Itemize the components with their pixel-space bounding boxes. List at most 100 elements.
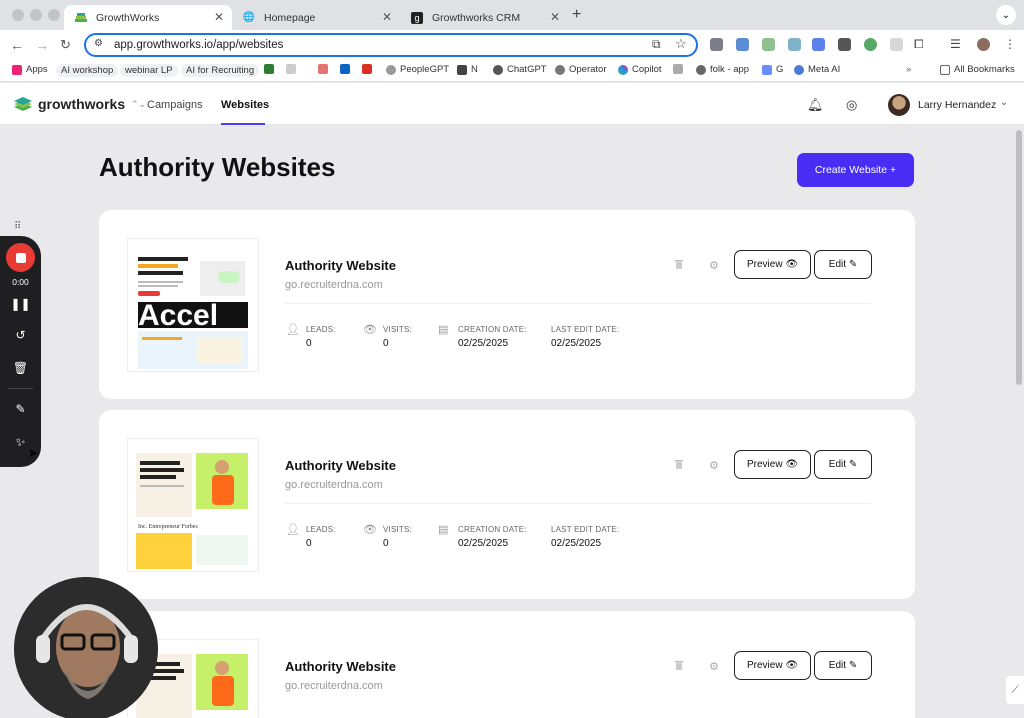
- maximize-window-icon[interactable]: [48, 9, 60, 21]
- tab-growthworks[interactable]: GrowthWorks ✕: [64, 5, 232, 30]
- globe-icon: 🌐: [242, 12, 256, 23]
- stop-icon: [15, 252, 26, 263]
- create-website-button[interactable]: Create Website +: [797, 153, 914, 187]
- user-name[interactable]: Larry Hernandez: [918, 99, 996, 111]
- reload-icon[interactable]: ↻: [60, 37, 71, 53]
- minimize-window-icon[interactable]: [30, 9, 42, 21]
- user-menu-chevron-icon[interactable]: ⌄: [1000, 97, 1008, 108]
- bookmark-ai-workshop[interactable]: AI workshop: [56, 64, 119, 77]
- preview-button[interactable]: Preview 👁︎: [734, 450, 811, 479]
- bookmark-meta-ai[interactable]: Meta AI: [794, 64, 840, 75]
- sheet-icon: [264, 64, 274, 74]
- bookmark-chatgpt[interactable]: ChatGPT: [493, 64, 547, 75]
- workspace-switch-chevron-icon[interactable]: ⌃⌄: [131, 99, 146, 110]
- trash-icon[interactable]: [673, 258, 685, 270]
- bookmark-gemini[interactable]: G: [762, 64, 783, 75]
- gear-icon[interactable]: ⚙: [709, 459, 719, 472]
- address-url[interactable]: app.growthworks.io/app/websites: [114, 39, 283, 51]
- bookmark-folk[interactable]: folk - app: [696, 64, 749, 75]
- trash-icon[interactable]: [673, 458, 685, 470]
- extension-icon[interactable]: [890, 38, 903, 51]
- page-title: Authority Websites: [99, 152, 336, 182]
- extension-icon[interactable]: [864, 38, 877, 51]
- trash-icon[interactable]: [673, 659, 685, 671]
- extension-icon[interactable]: [762, 38, 775, 51]
- bookmark-star-icon[interactable]: ☆: [675, 36, 687, 52]
- nav-websites[interactable]: Websites: [221, 99, 269, 111]
- bookmark-grid[interactable]: [286, 64, 300, 74]
- brand-name: growthworks: [38, 96, 126, 112]
- gear-icon[interactable]: ⚙: [709, 259, 719, 272]
- drag-handle-icon[interactable]: ⠿: [14, 221, 21, 232]
- extension-icon[interactable]: [710, 38, 723, 51]
- profile-avatar[interactable]: [977, 38, 990, 51]
- bookmark-peoplegpt[interactable]: PeopleGPT: [386, 64, 449, 75]
- bell-icon[interactable]: 🔔︎: [807, 97, 824, 113]
- close-tab-icon[interactable]: ✕: [214, 10, 224, 24]
- extension-icon[interactable]: [736, 38, 749, 51]
- bookmark-icon: [673, 64, 683, 74]
- grid-icon: [286, 64, 296, 74]
- website-title[interactable]: Authority Website: [285, 659, 396, 674]
- site-settings-icon[interactable]: ⚙: [94, 38, 108, 52]
- website-title[interactable]: Authority Website: [285, 458, 396, 473]
- bookmark-green[interactable]: [264, 64, 278, 74]
- close-tab-icon[interactable]: ✕: [550, 10, 560, 24]
- bookmark-copilot[interactable]: Copilot: [618, 64, 662, 75]
- user-avatar[interactable]: [888, 94, 910, 116]
- website-domain[interactable]: go.recruiterdna.com: [285, 279, 383, 291]
- page-scrollbar[interactable]: [1016, 130, 1022, 385]
- bookmarks-overflow-icon[interactable]: »: [906, 64, 911, 75]
- all-bookmarks[interactable]: All Bookmarks: [940, 64, 1015, 75]
- extension-icon[interactable]: [788, 38, 801, 51]
- bookmark-operator[interactable]: Operator: [555, 64, 607, 75]
- bookmark-apps[interactable]: Apps: [12, 64, 48, 75]
- preview-button[interactable]: Preview 👁︎: [734, 651, 811, 680]
- reading-list-icon[interactable]: ☰: [950, 37, 961, 51]
- g-icon: g: [410, 11, 424, 25]
- stop-recording-button[interactable]: [6, 243, 35, 272]
- back-arrow-icon[interactable]: ←: [10, 37, 24, 53]
- bookmark-notion[interactable]: N: [457, 64, 478, 75]
- address-bar[interactable]: ⚙ app.growthworks.io/app/websites: [84, 33, 698, 57]
- bookmark-linkedin[interactable]: [340, 64, 354, 74]
- website-card: Authority Website go.recruiterdna.com ⚙ …: [99, 611, 915, 718]
- bookmark-webinar-lp[interactable]: webinar LP: [120, 64, 178, 77]
- pause-icon[interactable]: ❚❚: [0, 297, 41, 311]
- website-domain[interactable]: go.recruiterdna.com: [285, 680, 383, 692]
- close-window-icon[interactable]: [12, 9, 24, 21]
- webcam-bubble[interactable]: [14, 577, 158, 718]
- help-lifebuoy-icon[interactable]: ◎: [846, 97, 857, 113]
- close-tab-icon[interactable]: ✕: [382, 10, 392, 24]
- website-domain[interactable]: go.recruiterdna.com: [285, 479, 383, 491]
- tab-search-chevron-icon[interactable]: ⌄: [996, 5, 1016, 25]
- trash-icon[interactable]: 🗑︎: [0, 361, 41, 375]
- website-title[interactable]: Authority Website: [285, 258, 396, 273]
- extension-icon[interactable]: [812, 38, 825, 51]
- open-in-app-icon[interactable]: ⧉: [652, 37, 661, 52]
- bookmark-ai-recruiting[interactable]: AI for Recruiting: [181, 64, 260, 77]
- edit-button[interactable]: Edit ✎: [814, 250, 872, 279]
- bookmark-extra[interactable]: [673, 64, 687, 74]
- tab-homepage[interactable]: 🌐 Homepage ✕: [232, 5, 400, 30]
- website-thumbnail[interactable]: Inc. Entrepreneur Forbes: [128, 439, 258, 571]
- website-thumbnail[interactable]: Accel: [128, 239, 258, 371]
- brand-logo[interactable]: growthworks ⌃⌄: [14, 96, 146, 112]
- pencil-icon[interactable]: ✎: [0, 402, 41, 416]
- tab-growthworks-crm[interactable]: g Growthworks CRM ✕: [400, 5, 568, 30]
- extensions-puzzle-icon[interactable]: ⧠: [914, 37, 924, 52]
- new-tab-icon[interactable]: +: [572, 6, 581, 24]
- bookmark-gmail[interactable]: [362, 64, 376, 74]
- browser-menu-icon[interactable]: ⋮: [1004, 37, 1016, 51]
- gear-icon[interactable]: ⚙: [709, 660, 719, 673]
- eye-icon: 👁︎: [785, 259, 799, 270]
- nav-campaigns[interactable]: Campaigns: [147, 99, 203, 111]
- side-panel-toggle-icon[interactable]: ⟋: [1006, 676, 1024, 704]
- extension-icon[interactable]: [838, 38, 851, 51]
- edit-button[interactable]: Edit ✎: [814, 651, 872, 680]
- bookmark-red[interactable]: [318, 64, 332, 74]
- edit-button[interactable]: Edit ✎: [814, 450, 872, 479]
- preview-button[interactable]: Preview 👁︎: [734, 250, 811, 279]
- forward-arrow-icon[interactable]: →: [35, 37, 49, 53]
- restart-icon[interactable]: ↺: [0, 328, 41, 342]
